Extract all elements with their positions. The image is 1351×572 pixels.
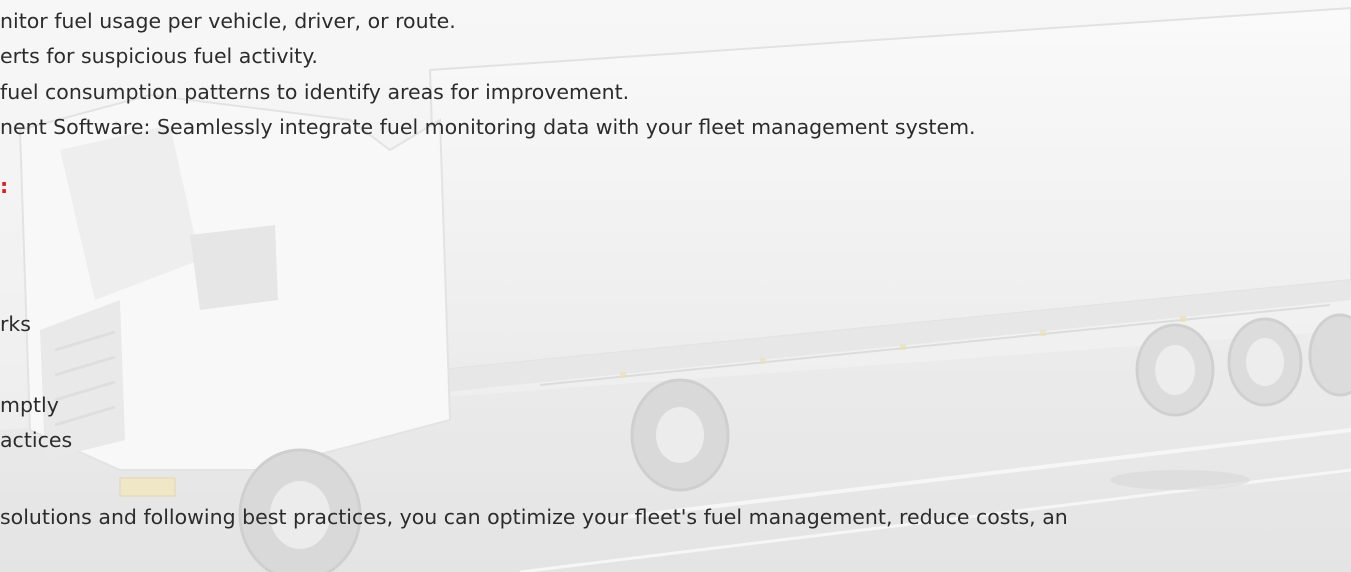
text-line: erts for suspicious fuel activity. — [0, 44, 318, 68]
text-content: nitor fuel usage per vehicle, driver, or… — [0, 0, 1351, 572]
text-line: solutions and following best practices, … — [0, 505, 1068, 529]
text-line: actices — [0, 428, 73, 452]
text-line: nent Software: Seamlessly integrate fuel… — [0, 115, 976, 139]
text-line: nitor fuel usage per vehicle, driver, or… — [0, 9, 456, 33]
document-slide: nitor fuel usage per vehicle, driver, or… — [0, 0, 1351, 572]
text-line: fuel consumption patterns to identify ar… — [0, 80, 630, 104]
text-line: mptly — [0, 393, 59, 417]
text-line: rks — [0, 312, 31, 336]
section-heading: : — [0, 174, 9, 198]
